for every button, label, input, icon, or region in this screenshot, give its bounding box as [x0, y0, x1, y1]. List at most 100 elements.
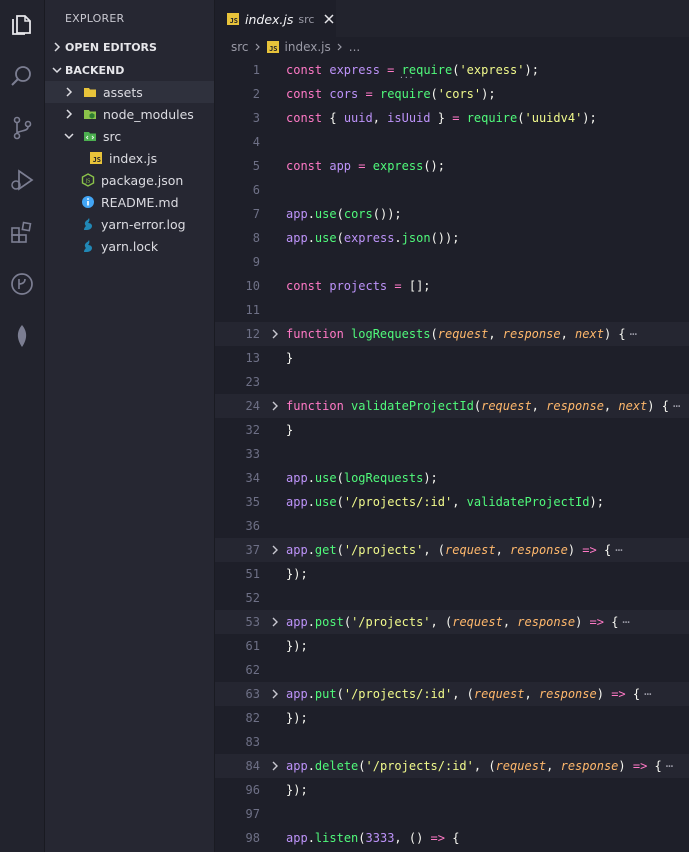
- code-token: ,: [372, 111, 388, 125]
- src-folder-icon: [83, 129, 97, 143]
- run-debug-icon[interactable]: [8, 166, 36, 194]
- line-number: 37: [245, 543, 260, 557]
- folded-ellipsis[interactable]: ⋯: [630, 327, 637, 341]
- code-token: .: [307, 831, 315, 845]
- close-icon[interactable]: [323, 13, 335, 25]
- code-line[interactable]: 6: [215, 178, 689, 202]
- line-number: 98: [245, 831, 260, 845]
- code-token: 'uuidv4': [524, 111, 583, 125]
- code-token: {: [445, 831, 460, 845]
- code-line[interactable]: 1 const express = require('express');: [215, 58, 689, 82]
- code-line[interactable]: 35 app.use('/projects/:id', validateProje…: [215, 490, 689, 514]
- code-token: '/projects/:id': [365, 759, 474, 773]
- code-line[interactable]: 83: [215, 730, 689, 754]
- code-line[interactable]: 62: [215, 658, 689, 682]
- code-line[interactable]: 63 app.put('/projects/:id', (request, res…: [215, 682, 689, 706]
- code-line[interactable]: 10 const projects = [];: [215, 274, 689, 298]
- mongodb-leaf-icon[interactable]: [8, 322, 36, 350]
- code-line[interactable]: 7 app.use(cors());: [215, 202, 689, 226]
- tree-item-yarn-lock[interactable]: yarn.lock: [45, 235, 214, 257]
- folded-ellipsis[interactable]: ⋯: [666, 759, 673, 773]
- code-line[interactable]: 23: [215, 370, 689, 394]
- tree-item-yarn-error-log[interactable]: yarn-error.log: [45, 213, 214, 235]
- fold-chevron-icon[interactable]: [270, 617, 280, 627]
- breadcrumb-folder[interactable]: src: [231, 40, 249, 54]
- code-token: (: [336, 687, 344, 701]
- code-line[interactable]: 61});: [215, 634, 689, 658]
- code-line[interactable]: 12 function logRequests(request, response…: [215, 322, 689, 346]
- code-token: express: [343, 231, 395, 245]
- code-token: );: [524, 63, 539, 77]
- code-line[interactable]: 4: [215, 130, 689, 154]
- nodejs-file-icon: JS: [81, 173, 95, 187]
- search-icon[interactable]: [8, 62, 36, 90]
- code-line[interactable]: 36: [215, 514, 689, 538]
- code-token: ();: [423, 159, 446, 173]
- tree-item-node-modules[interactable]: node_modules: [45, 103, 214, 125]
- fold-chevron-icon[interactable]: [270, 401, 280, 411]
- line-number: 61: [245, 639, 260, 653]
- fold-chevron-icon[interactable]: [270, 329, 280, 339]
- code-token: (: [336, 231, 344, 245]
- open-editors-section[interactable]: OPEN EDITORS: [45, 36, 214, 58]
- code-line[interactable]: 5 const app = express();: [215, 154, 689, 178]
- node-folder-icon: [83, 107, 97, 121]
- open-editors-label: OPEN EDITORS: [65, 40, 157, 54]
- code-line[interactable]: 84 app.delete('/projects/:id', (request, …: [215, 754, 689, 778]
- tab-bar: JS index.js src: [215, 0, 689, 37]
- code-line[interactable]: 33: [215, 442, 689, 466]
- source-control-icon[interactable]: [8, 114, 36, 142]
- code-token: response: [560, 759, 619, 773]
- folded-ellipsis[interactable]: ⋯: [622, 615, 629, 629]
- code-line[interactable]: 8 app.use(express.json());: [215, 226, 689, 250]
- git-graph-icon[interactable]: [8, 270, 36, 298]
- code-token: =>: [589, 615, 604, 629]
- code-line[interactable]: 82});: [215, 706, 689, 730]
- code-line[interactable]: 98 app.listen(3333, () => {: [215, 826, 689, 850]
- backend-section[interactable]: BACKEND: [45, 59, 214, 81]
- tree-item-src[interactable]: src: [45, 125, 214, 147]
- code-token: =: [394, 279, 402, 293]
- code-line[interactable]: 32}: [215, 418, 689, 442]
- extensions-icon[interactable]: [8, 218, 36, 246]
- tab-index-js[interactable]: JS index.js src: [215, 0, 336, 37]
- code-line[interactable]: 34 app.use(logRequests);: [215, 466, 689, 490]
- fold-chevron-icon[interactable]: [270, 689, 280, 699]
- code-token: (: [430, 327, 438, 341]
- tree-item-assets[interactable]: assets: [45, 81, 214, 103]
- tree-item-readme[interactable]: README.md: [45, 191, 214, 213]
- code-line[interactable]: 51});: [215, 562, 689, 586]
- code-text: }: [286, 351, 293, 365]
- fold-chevron-icon[interactable]: [270, 545, 280, 555]
- code-line[interactable]: 3 const { uuid, isUuid } = require('uuidv…: [215, 106, 689, 130]
- code-line[interactable]: 52: [215, 586, 689, 610]
- folded-ellipsis[interactable]: ⋯: [644, 687, 651, 701]
- code-line[interactable]: 96});: [215, 778, 689, 802]
- code-line[interactable]: 24 function validateProjectId(request, re…: [215, 394, 689, 418]
- code-line[interactable]: 53 app.post('/projects', (request, respon…: [215, 610, 689, 634]
- code-token: (: [358, 759, 366, 773]
- code-text: app.delete('/projects/:id', (request, re…: [286, 759, 673, 773]
- code-token: request: [495, 759, 547, 773]
- code-line[interactable]: 9: [215, 250, 689, 274]
- code-token: '/projects': [343, 543, 424, 557]
- code-line[interactable]: 97: [215, 802, 689, 826]
- code-line[interactable]: 13}: [215, 346, 689, 370]
- code-line[interactable]: 11: [215, 298, 689, 322]
- breadcrumb-file[interactable]: index.js: [285, 40, 331, 54]
- fold-chevron-icon[interactable]: [270, 761, 280, 771]
- folder-icon: [83, 85, 97, 99]
- code-text: app.post('/projects', (request, response…: [286, 615, 630, 629]
- tree-item-package-json[interactable]: JS package.json: [45, 169, 214, 191]
- tree-item-index-js[interactable]: JS index.js: [45, 147, 214, 169]
- folded-ellipsis[interactable]: ⋯: [673, 399, 680, 413]
- breadcrumb-more[interactable]: ...: [349, 40, 360, 54]
- chevron-right-icon: [51, 41, 63, 53]
- tree-item-label: src: [103, 128, 122, 144]
- explorer-files-icon[interactable]: [8, 10, 36, 38]
- folded-ellipsis[interactable]: ⋯: [615, 543, 622, 557]
- code-token: ): [567, 543, 583, 557]
- code-line[interactable]: 2 const cors = require('cors');: [215, 82, 689, 106]
- code-line[interactable]: 37 app.get('/projects', (request, respons…: [215, 538, 689, 562]
